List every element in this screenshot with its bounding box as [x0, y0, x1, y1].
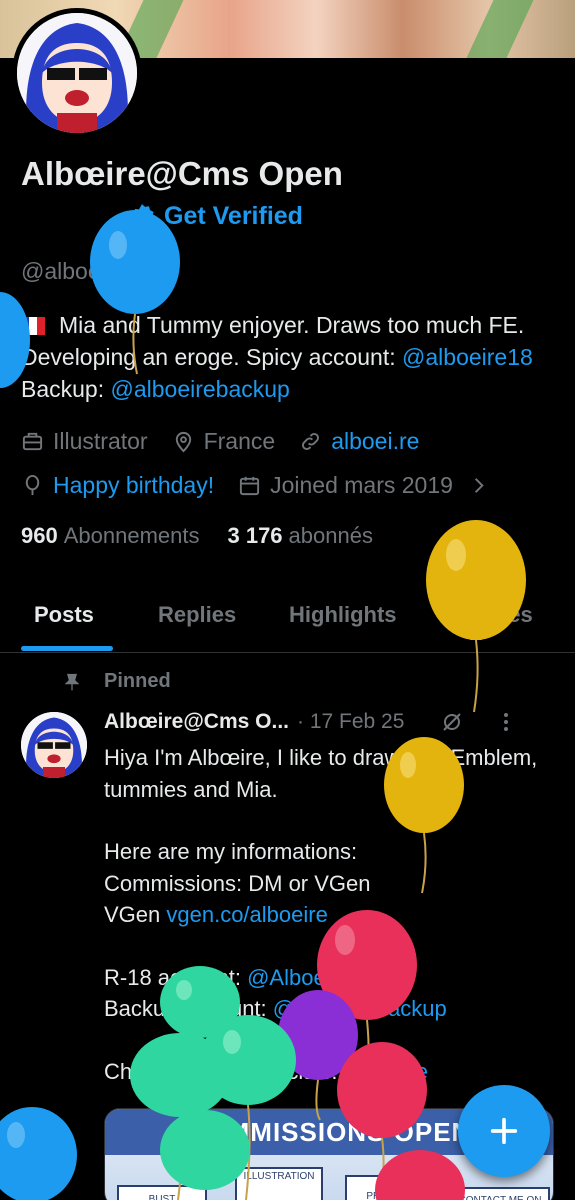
post-body: Hiya I'm Albœire, I like to draw Fire Em…	[104, 742, 544, 1087]
profile-meta-row-2: Happy birthday! Joined mars 2019	[21, 472, 490, 499]
tab-replies[interactable]: Replies	[158, 585, 236, 628]
chevron-right-icon[interactable]	[467, 474, 490, 497]
pinned-indicator: Pinned	[62, 670, 171, 693]
card-illustration: ILLUSTRATION	[235, 1167, 323, 1200]
profile-handle: @alboeire	[21, 258, 127, 284]
socials-label: Check my other socials:	[104, 1058, 344, 1084]
r18-label: R-18 account:	[104, 964, 248, 990]
card-contact: CONTACT ME ON	[450, 1187, 550, 1200]
post-author[interactable]: Albœire@Cms O...	[104, 710, 289, 734]
post-avatar[interactable]	[21, 712, 87, 778]
post-header: Albœire@Cms O... · 17 Feb 25	[104, 710, 564, 734]
backup-link[interactable]: @Alboeirebackup	[273, 996, 447, 1021]
birthday-link[interactable]: Happy birthday!	[53, 472, 214, 499]
post-avatar-image	[21, 712, 87, 778]
website-link[interactable]: alboei.re	[331, 428, 419, 455]
active-tab-indicator	[21, 646, 113, 651]
verified-badge-icon	[130, 203, 154, 230]
link-icon	[302, 433, 320, 450]
avatar-image	[17, 13, 137, 133]
briefcase-icon	[22, 432, 43, 451]
balloon-blue-3	[0, 1107, 77, 1200]
bio-link-alboeire18[interactable]: @alboeire18	[402, 344, 533, 370]
profile-tabs: Posts Replies Highlights Articles	[0, 585, 575, 653]
joined-date: Joined mars 2019	[270, 472, 453, 498]
follow-stats: 960 Abonnements 3 176 abonnés	[21, 523, 373, 549]
verified-row[interactable]: Get Verified	[128, 202, 303, 231]
location-icon	[175, 431, 191, 453]
calendar-icon	[240, 476, 260, 496]
post-line-1: Hiya I'm Albœire, I like to draw Fire Em…	[104, 745, 538, 802]
following-stat[interactable]: 960 Abonnements	[21, 523, 199, 549]
socials-link[interactable]: alboei.re	[344, 1059, 428, 1084]
tab-posts[interactable]: Posts	[34, 585, 94, 628]
balloon-icon	[25, 474, 40, 496]
plus-icon	[490, 1117, 518, 1145]
get-verified-link[interactable]: Get Verified	[164, 202, 303, 231]
profile-bio: Mia and Tummy enjoyer. Draws too much FE…	[21, 309, 561, 405]
r18-link[interactable]: @Alboeire18	[247, 965, 375, 990]
followers-stat[interactable]: 3 176 abonnés	[227, 523, 372, 549]
vgen-link[interactable]: vgen.co/alboeire	[166, 902, 327, 927]
profile-meta-row-1: Illustrator France alboei.re	[21, 428, 443, 455]
more-options-icon[interactable]	[494, 710, 518, 734]
tab-highlights[interactable]: Highlights	[289, 585, 397, 628]
profile-avatar[interactable]	[12, 8, 142, 138]
backup-label: Backup account:	[104, 996, 273, 1021]
display-name: Albœire@Cms Open	[21, 155, 343, 192]
bio-mid: Backup:	[21, 376, 111, 402]
pin-icon	[64, 673, 80, 690]
france-flag-icon	[21, 317, 45, 335]
tab-articles[interactable]: Articles	[452, 585, 533, 628]
bio-link-backup[interactable]: @alboeirebackup	[111, 376, 290, 402]
grok-icon[interactable]	[440, 710, 464, 734]
post-date[interactable]: · 17 Feb 25	[297, 710, 404, 734]
profession: Illustrator	[53, 428, 148, 454]
location: France	[203, 428, 276, 454]
card-bust: BUST	[117, 1185, 207, 1200]
card-premium: PREMIUM	[345, 1175, 435, 1200]
compose-post-button[interactable]	[458, 1085, 550, 1177]
